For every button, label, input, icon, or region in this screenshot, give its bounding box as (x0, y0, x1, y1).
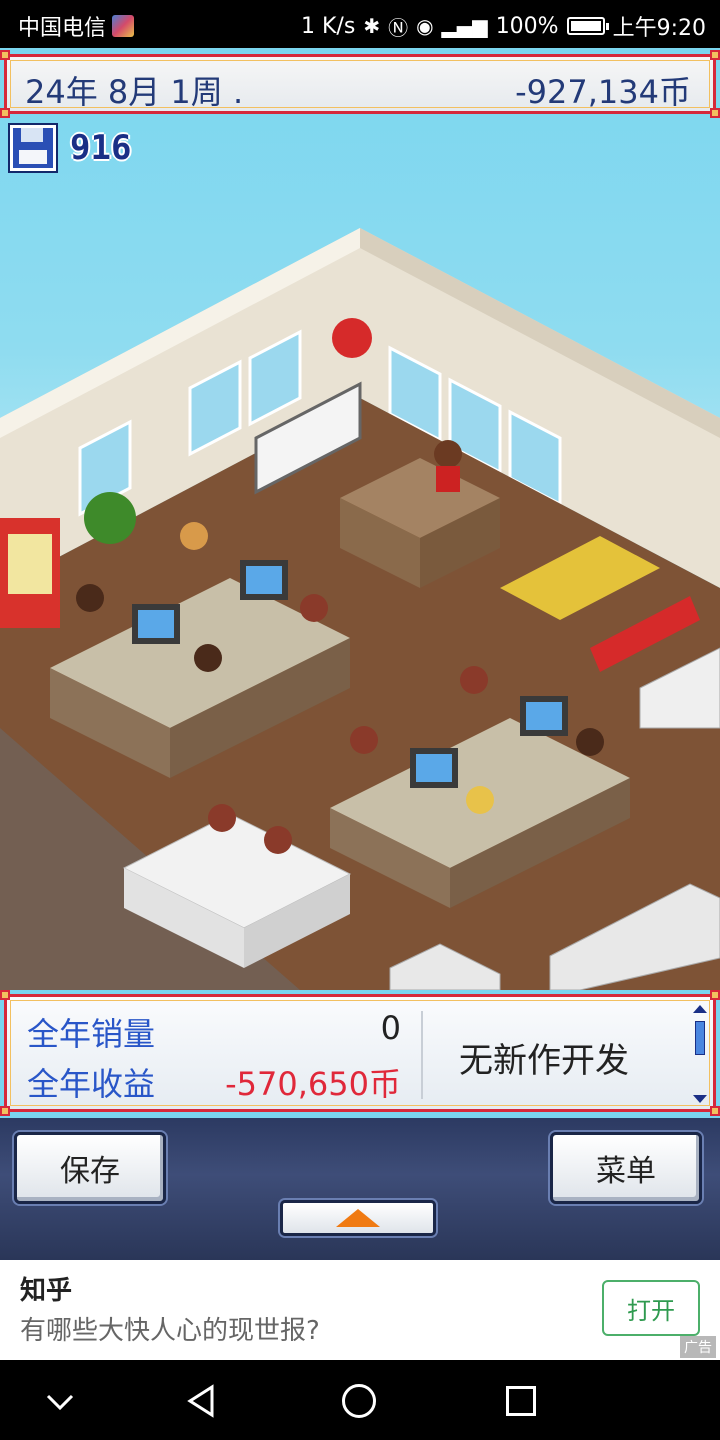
stats-divider (421, 1011, 423, 1099)
save-button[interactable]: 保存 (14, 1132, 166, 1204)
ad-open-button[interactable]: 打开 (602, 1280, 700, 1336)
annual-profit-value: -570,650币 (225, 1065, 401, 1103)
date-money-bar: 24年 8月 1周 . -927,134币 (0, 50, 720, 118)
research-points-value: 916 (70, 128, 132, 168)
scroll-down-arrow-icon[interactable] (693, 1095, 707, 1103)
expand-panel-button[interactable] (280, 1200, 436, 1236)
status-bar: 中国电信 1 K/s ✱ Ⓝ ◉ ▂▄▆ 100% 上午9:20 (0, 0, 720, 48)
system-nav-bar (0, 1360, 720, 1440)
ad-text: 有哪些大快人心的现世报? (20, 1316, 320, 1346)
annual-sales-label: 全年销量 (27, 1015, 156, 1053)
research-points: 916 (8, 123, 132, 173)
battery-icon (566, 17, 609, 35)
ad-title: 知乎 (20, 1276, 73, 1306)
signal-icon: ▂▄▆ (441, 14, 488, 38)
annual-sales-value: 0 (380, 1009, 401, 1047)
battery-percent: 100% (495, 13, 559, 39)
arrow-up-icon (336, 1209, 380, 1227)
control-bar: 保存 菜单 (0, 1118, 720, 1260)
lantern-decoration (332, 318, 372, 358)
stats-scrollbar[interactable] (693, 1005, 707, 1103)
net-speed: 1 K/s (301, 13, 356, 39)
eye-icon: ◉ (416, 14, 434, 38)
back-triangle-icon[interactable] (186, 1384, 216, 1418)
game-screen[interactable]: 24年 8月 1周 . -927,134币 916 全年销量 0 全年收益 -5… (0, 48, 720, 1260)
annual-profit-label: 全年收益 (27, 1065, 156, 1103)
nfc-icon: Ⓝ (388, 15, 409, 40)
carrier-badge-icon (112, 15, 135, 37)
funds-value: -927,134币 (515, 73, 691, 111)
menu-button[interactable]: 菜单 (550, 1132, 702, 1204)
annual-stats-panel[interactable]: 全年销量 0 全年收益 -570,650币 无新作开发 (0, 990, 720, 1116)
ad-banner[interactable]: 知乎 有哪些大快人心的现世报? 打开 广告 (0, 1260, 720, 1360)
recent-apps-icon[interactable] (506, 1386, 536, 1416)
plant-decoration (84, 492, 136, 544)
floppy-disk-icon (8, 123, 58, 173)
scroll-up-arrow-icon[interactable] (693, 1005, 707, 1013)
development-status: 无新作开发 (459, 1041, 629, 1081)
clock: 上午9:20 (612, 16, 706, 41)
game-date: 24年 8月 1周 . (25, 73, 244, 111)
office-scene[interactable] (0, 168, 720, 990)
home-circle-icon[interactable] (342, 1384, 376, 1418)
carrier-name: 中国电信 (18, 16, 107, 41)
ad-tag: 广告 (680, 1336, 716, 1358)
boss-character (434, 440, 462, 468)
scroll-thumb[interactable] (695, 1021, 705, 1055)
chevron-down-icon[interactable] (44, 1386, 76, 1418)
bluetooth-icon: ✱ (363, 14, 381, 38)
